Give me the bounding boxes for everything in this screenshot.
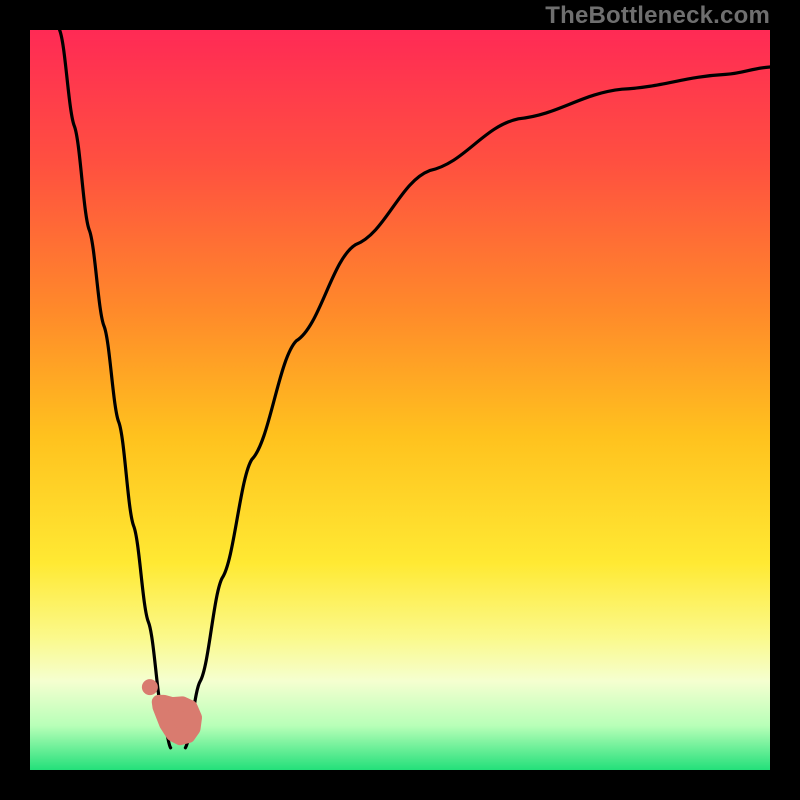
blob-shape bbox=[159, 702, 195, 738]
blob-dot bbox=[142, 679, 158, 695]
plot-area bbox=[30, 30, 770, 770]
watermark-text: TheBottleneck.com bbox=[545, 2, 770, 30]
gradient-background bbox=[30, 30, 770, 770]
chart-svg bbox=[30, 30, 770, 770]
chart-frame: TheBottleneck.com bbox=[0, 0, 800, 800]
